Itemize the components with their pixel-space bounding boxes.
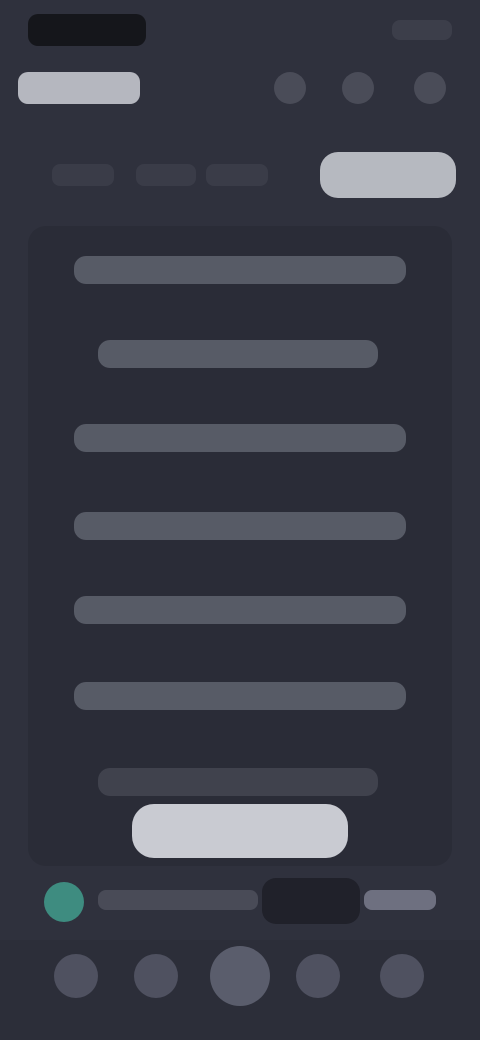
app-header bbox=[0, 60, 480, 120]
content-line bbox=[98, 768, 378, 796]
sub-action-button[interactable] bbox=[320, 152, 456, 198]
account-meta bbox=[364, 890, 436, 910]
content-line bbox=[74, 512, 406, 540]
status-bar bbox=[0, 0, 480, 60]
app-title bbox=[18, 72, 140, 104]
sub-tab-2[interactable] bbox=[136, 164, 196, 186]
content-line bbox=[74, 256, 406, 284]
sub-tab-3[interactable] bbox=[206, 164, 268, 186]
nav-item-2[interactable] bbox=[134, 954, 178, 998]
content-line bbox=[74, 424, 406, 452]
sub-toolbar bbox=[0, 140, 480, 212]
avatar[interactable] bbox=[44, 882, 84, 922]
header-icon-2[interactable] bbox=[342, 72, 374, 104]
account-chip[interactable] bbox=[262, 878, 360, 924]
content-card bbox=[28, 226, 452, 866]
content-line bbox=[74, 596, 406, 624]
nav-item-5[interactable] bbox=[380, 954, 424, 998]
sub-tab-1[interactable] bbox=[52, 164, 114, 186]
content-line bbox=[74, 682, 406, 710]
header-icon-1[interactable] bbox=[274, 72, 306, 104]
account-row[interactable] bbox=[0, 872, 480, 928]
header-icon-3[interactable] bbox=[414, 72, 446, 104]
nav-item-1[interactable] bbox=[54, 954, 98, 998]
nav-item-3[interactable] bbox=[210, 946, 270, 1006]
status-time bbox=[28, 14, 146, 46]
nav-item-4[interactable] bbox=[296, 954, 340, 998]
account-name bbox=[98, 890, 258, 910]
primary-button[interactable] bbox=[132, 804, 348, 858]
content-line bbox=[98, 340, 378, 368]
bottom-nav bbox=[0, 940, 480, 1040]
status-indicators bbox=[392, 20, 452, 40]
